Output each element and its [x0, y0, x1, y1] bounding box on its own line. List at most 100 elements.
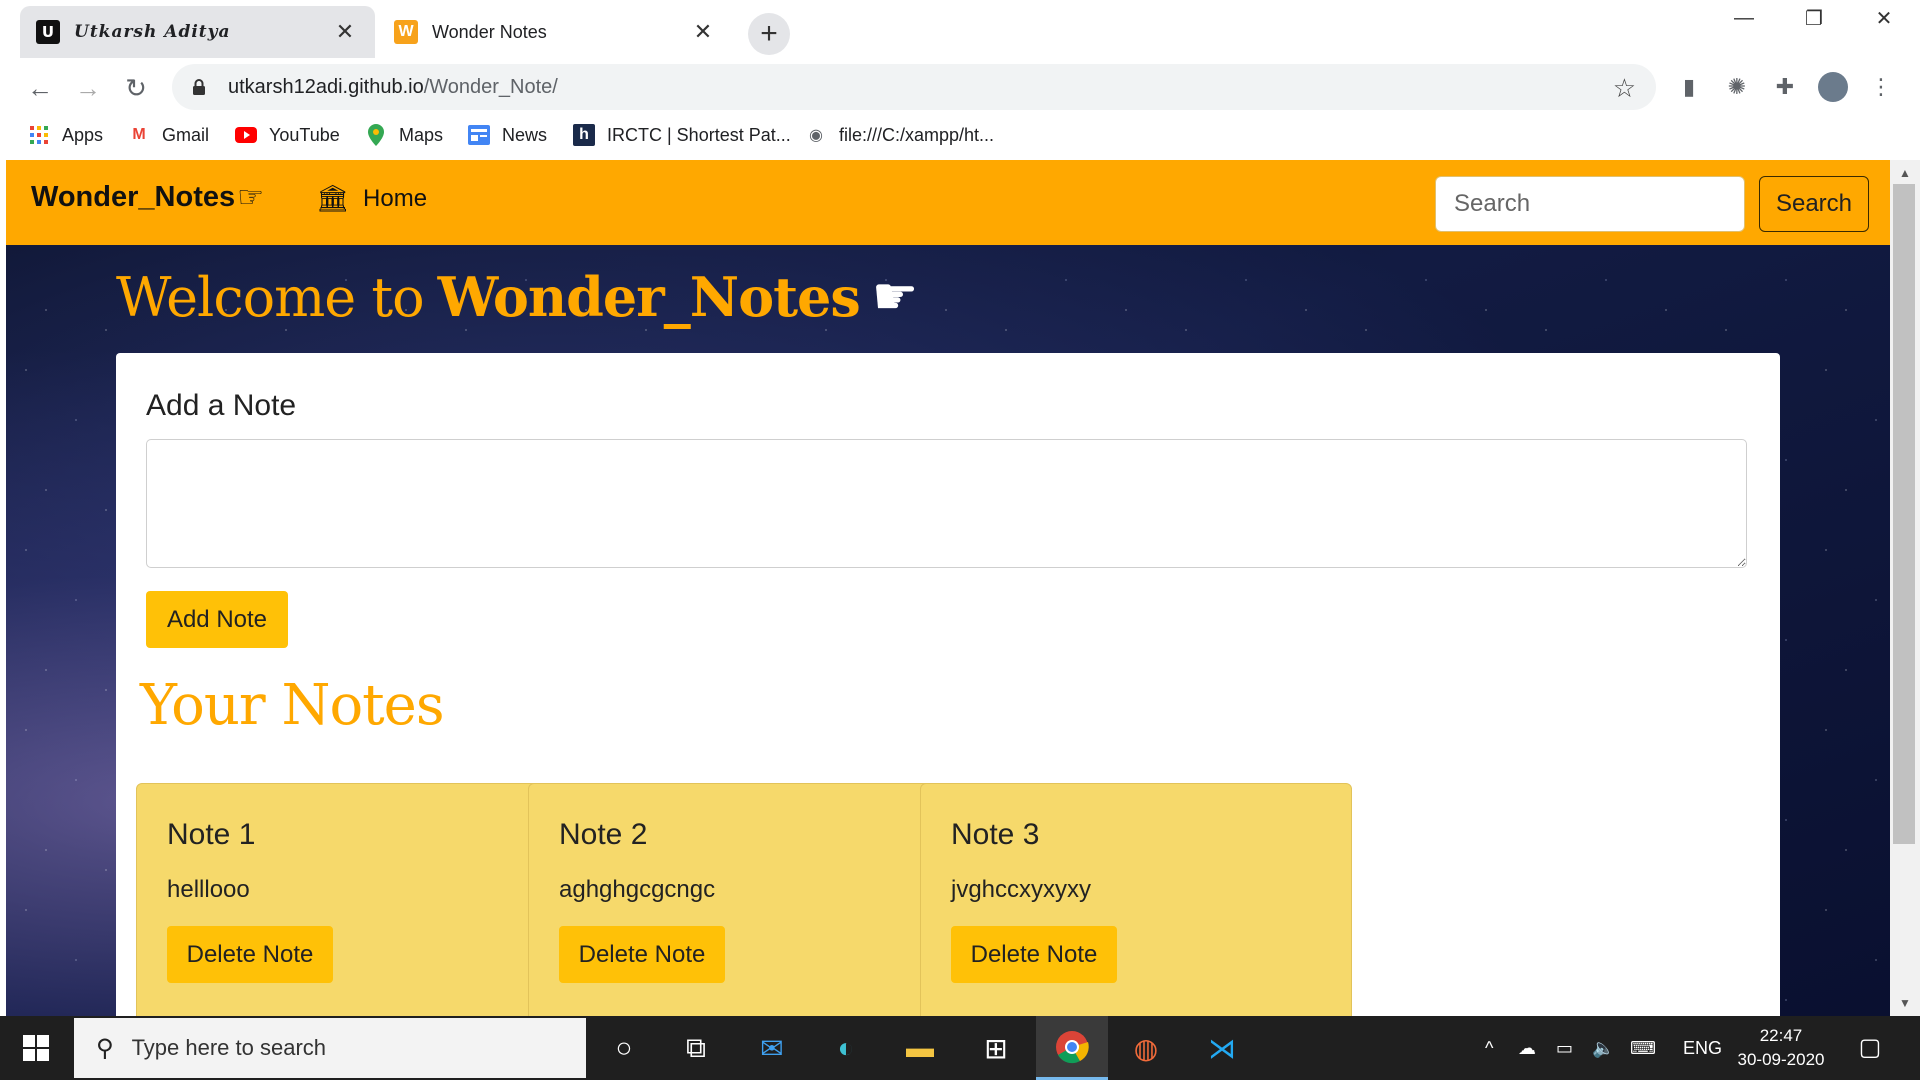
nav-home-link[interactable]: 🏛 Home: [316, 184, 427, 214]
profile-avatar[interactable]: [1818, 72, 1848, 102]
bookmark-apps[interactable]: Apps: [28, 120, 103, 150]
bookmark-file[interactable]: ◉ file:///C:/xampp/ht...: [805, 120, 994, 150]
bookmark-label: News: [502, 124, 548, 145]
postman-icon[interactable]: ◍: [1110, 1016, 1182, 1080]
task-view-icon[interactable]: ⧉: [660, 1016, 732, 1080]
close-icon[interactable]: ✕: [689, 18, 717, 46]
extensions-puzzle-icon[interactable]: ✚: [1770, 72, 1800, 102]
language-indicator[interactable]: ENG: [1683, 1016, 1722, 1080]
address-bar[interactable]: utkarsh12adi.github.io/Wonder_Note/ ☆: [172, 64, 1656, 110]
taskbar-search-placeholder: Type here to search: [131, 1035, 327, 1060]
minimize-icon[interactable]: —: [1710, 0, 1778, 36]
onedrive-icon[interactable]: ☁: [1518, 1016, 1536, 1080]
url-path: /Wonder_Note/: [423, 75, 558, 98]
new-tab-icon[interactable]: +: [748, 13, 790, 55]
bookmark-maps[interactable]: Maps: [365, 120, 443, 150]
vscode-icon[interactable]: ⋊: [1186, 1016, 1258, 1080]
nav-home-label: Home: [363, 185, 428, 212]
bookmark-irctc[interactable]: h IRCTC | Shortest Pat...: [573, 120, 791, 150]
extension-bug-icon[interactable]: ✺: [1722, 72, 1752, 102]
scroll-up-icon[interactable]: ▲: [1890, 162, 1920, 184]
note-textarea[interactable]: [146, 439, 1747, 568]
bookmark-label: IRCTC | Shortest Pat...: [607, 124, 791, 145]
cortana-icon[interactable]: ○: [588, 1016, 660, 1080]
tab-title: Utkarsh Aditya: [74, 22, 231, 42]
bookmark-gmail[interactable]: M Gmail: [128, 120, 209, 150]
back-icon[interactable]: ←: [22, 70, 58, 106]
bookmark-label: Apps: [62, 124, 104, 145]
add-note-title: Add a Note: [146, 389, 297, 422]
bookmark-label: Maps: [399, 124, 444, 145]
tray-chevron-icon[interactable]: ^: [1485, 1016, 1493, 1080]
extension-phone-icon[interactable]: ▮: [1674, 72, 1704, 102]
reload-icon[interactable]: ↻: [118, 70, 154, 106]
site-navbar: Wonder_Notes ☞ 🏛 Home Search: [6, 160, 1890, 245]
add-note-button[interactable]: Add Note: [146, 591, 288, 648]
bank-icon: 🏛: [316, 184, 350, 214]
note-text: jvghccxyxyxy: [951, 876, 1092, 903]
bookmark-star-icon[interactable]: ☆: [1613, 73, 1636, 104]
windows-taskbar: ⚲ Type here to search ○ ⧉ ✉ ◐ ▬ ⊞ ◍ ⋊ ^ …: [0, 1016, 1920, 1080]
bookmark-label: Gmail: [162, 124, 210, 145]
edge-icon[interactable]: ◐: [810, 1016, 882, 1080]
globe-icon: ◉: [809, 127, 823, 144]
tab-wonder-notes[interactable]: W Wonder Notes ✕: [378, 6, 733, 58]
bookmark-youtube[interactable]: YouTube: [235, 120, 340, 150]
youtube-icon: [235, 124, 257, 146]
search-icon: ⚲: [96, 1034, 114, 1062]
site-brand[interactable]: Wonder_Notes ☞: [31, 180, 264, 215]
note-card: Note 3 jvghccxyxyxy Delete Note: [920, 783, 1352, 1016]
delete-note-button[interactable]: Delete Note: [167, 926, 333, 983]
store-icon[interactable]: ⊞: [960, 1016, 1032, 1080]
apps-grid-icon: [28, 124, 50, 146]
delete-note-button[interactable]: Delete Note: [559, 926, 725, 983]
lock-icon: [190, 78, 208, 96]
scrollbar-thumb[interactable]: [1893, 184, 1915, 844]
mail-icon[interactable]: ✉: [736, 1016, 808, 1080]
gmail-icon: M: [132, 126, 146, 143]
bookmark-news[interactable]: News: [468, 120, 547, 150]
tab-favicon: U: [36, 20, 60, 44]
notes-container: Add a Note Add Note Your Notes Note 1 he…: [116, 353, 1780, 1016]
maps-icon: [365, 124, 387, 146]
scroll-down-icon[interactable]: ▼: [1890, 992, 1920, 1014]
welcome-heading: Welcome to Wonder_Notes ☛: [116, 265, 919, 329]
close-window-icon[interactable]: ✕: [1850, 0, 1918, 36]
welcome-brand: Wonder_Notes: [437, 265, 861, 329]
note-card: Note 2 aghghgcgcngc Delete Note: [528, 783, 960, 1016]
notification-icon[interactable]: ▢: [1855, 1032, 1885, 1062]
tab-strip: U Utkarsh Aditya ✕ W Wonder Notes ✕ + — …: [0, 0, 1920, 62]
clock-date: 30-09-2020: [1737, 1050, 1825, 1069]
note-text: helllooo: [167, 876, 250, 903]
restore-icon[interactable]: ❐: [1780, 0, 1848, 36]
delete-note-button[interactable]: Delete Note: [951, 926, 1117, 983]
windows-start-icon[interactable]: [0, 1016, 72, 1080]
brand-label: Wonder_Notes: [31, 181, 236, 213]
tab-utkarsh-aditya[interactable]: U Utkarsh Aditya ✕: [20, 6, 375, 58]
site-search-input[interactable]: [1435, 176, 1745, 232]
close-icon[interactable]: ✕: [331, 18, 359, 46]
site-search-button[interactable]: Search: [1759, 176, 1869, 232]
news-icon: [468, 124, 490, 146]
bookmark-label: file:///C:/xampp/ht...: [839, 124, 995, 145]
note-title: Note 1: [167, 818, 256, 851]
battery-icon[interactable]: ▭: [1556, 1016, 1573, 1080]
h-icon: h: [573, 124, 595, 146]
browser-toolbar: ← → ↻ utkarsh12adi.github.io/Wonder_Note…: [0, 62, 1920, 112]
page-viewport: Wonder_Notes ☞ 🏛 Home Search Welcome to …: [6, 160, 1890, 1016]
taskbar-search-box[interactable]: ⚲ Type here to search: [74, 1018, 586, 1078]
clock-time: 22:47: [1759, 1026, 1803, 1045]
note-text: aghghgcgcngc: [559, 876, 716, 903]
clock[interactable]: 22:47 30-09-2020: [1730, 1024, 1832, 1072]
forward-icon[interactable]: →: [70, 70, 106, 106]
volume-icon[interactable]: 🔈: [1592, 1016, 1614, 1080]
menu-kebab-icon[interactable]: ⋮: [1866, 72, 1896, 102]
chrome-icon[interactable]: [1036, 1016, 1108, 1080]
file-explorer-icon[interactable]: ▬: [884, 1016, 956, 1080]
welcome-prefix: Welcome to: [116, 265, 425, 329]
pointing-hand-icon: ☛: [871, 267, 919, 327]
note-title: Note 2: [559, 818, 648, 851]
your-notes-heading: Your Notes: [140, 673, 445, 738]
bookmark-label: YouTube: [269, 124, 340, 145]
keyboard-icon[interactable]: ⌨: [1630, 1016, 1656, 1080]
